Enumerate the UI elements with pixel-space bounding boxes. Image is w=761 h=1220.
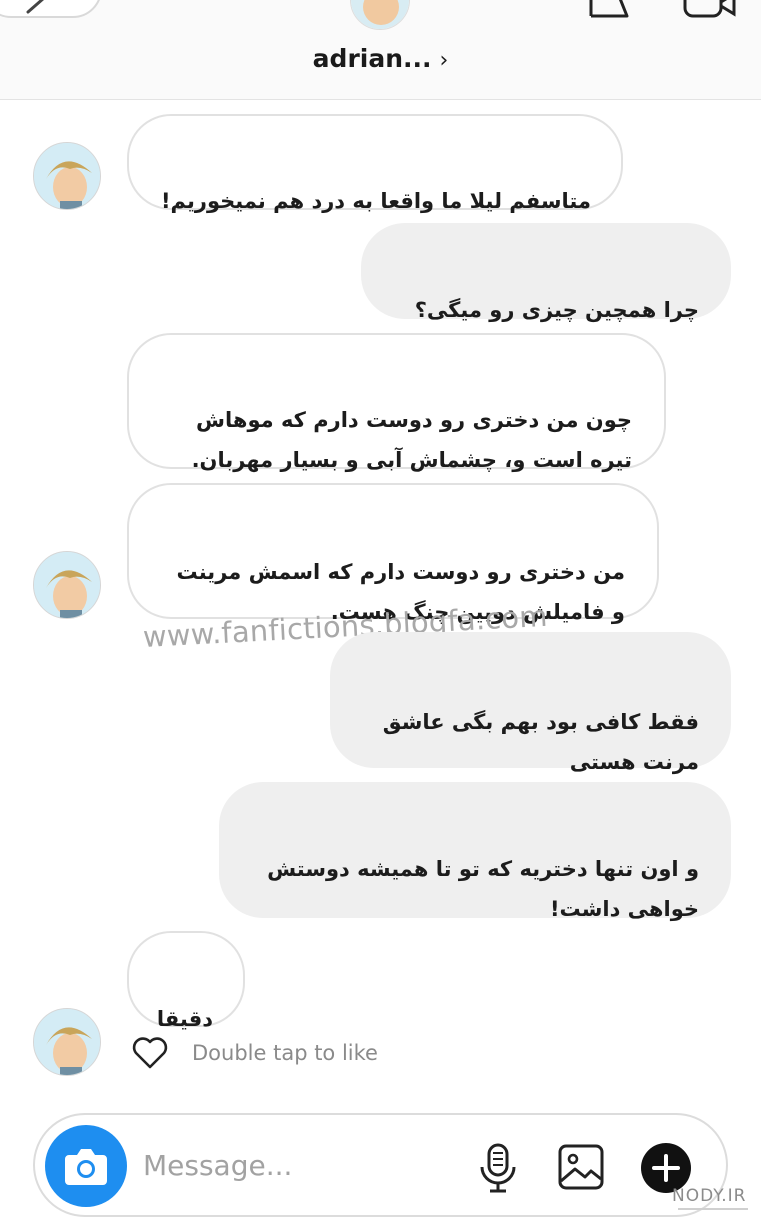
chevron-right-icon: › bbox=[439, 48, 449, 73]
heart-icon[interactable] bbox=[130, 1033, 170, 1073]
message-bubble-incoming[interactable]: چون من دختری رو دوست دارم که موهاش تیره … bbox=[127, 333, 666, 472]
message-bubble-outgoing[interactable]: فقط کافی بود بهم بگی عاشق مرنت هستی bbox=[330, 632, 731, 774]
flag-icon[interactable] bbox=[585, 0, 635, 20]
conversation-title[interactable]: adrian... › bbox=[0, 44, 761, 73]
message-text: و اون تنها دختریه که تو تا همیشه دوستش خ… bbox=[267, 857, 699, 921]
avatar[interactable] bbox=[33, 142, 101, 210]
message-input[interactable]: Message... bbox=[143, 1149, 292, 1182]
corner-logo: NODY.IR bbox=[672, 1186, 747, 1206]
message-text: فقط کافی بود بهم بگی عاشق مرنت هستی bbox=[382, 710, 699, 774]
camera-button[interactable] bbox=[45, 1125, 127, 1207]
message-bubble-outgoing[interactable]: و اون تنها دختریه که تو تا همیشه دوستش خ… bbox=[219, 782, 731, 921]
chevron-left-icon bbox=[26, 0, 44, 14]
message-text: دقیقا bbox=[156, 1007, 213, 1031]
avatar[interactable] bbox=[350, 0, 410, 30]
back-button[interactable] bbox=[0, 0, 102, 18]
message-bubble-outgoing[interactable]: چرا همچین چیزی رو میگی؟ bbox=[361, 223, 731, 322]
avatar[interactable] bbox=[33, 1008, 101, 1076]
corner-logo-mark bbox=[678, 1206, 748, 1214]
image-icon[interactable] bbox=[557, 1143, 605, 1191]
avatar[interactable] bbox=[33, 551, 101, 619]
message-bubble-incoming[interactable]: من دختری رو دوست دارم که اسمش مرینت و فا… bbox=[127, 483, 659, 624]
message-bubble-incoming[interactable]: متاسفم لیلا ما واقعا به درد هم نمیخوریم! bbox=[127, 114, 623, 213]
like-row: Double tap to like bbox=[130, 1033, 378, 1073]
message-composer: Message... bbox=[33, 1113, 728, 1217]
message-text: متاسفم لیلا ما واقعا به درد هم نمیخوریم! bbox=[160, 189, 591, 213]
camera-icon bbox=[65, 1149, 107, 1185]
message-text: چرا همچین چیزی رو میگی؟ bbox=[414, 298, 699, 322]
message-bubble-incoming[interactable]: دقیقا bbox=[127, 931, 245, 1031]
contact-name: adrian... bbox=[312, 44, 432, 73]
double-tap-hint: Double tap to like bbox=[192, 1041, 378, 1065]
video-camera-icon[interactable] bbox=[682, 0, 742, 20]
chat-header: adrian... › bbox=[0, 0, 761, 100]
message-text: چون من دختری رو دوست دارم که موهاش تیره … bbox=[191, 408, 632, 472]
microphone-icon[interactable] bbox=[478, 1143, 518, 1195]
